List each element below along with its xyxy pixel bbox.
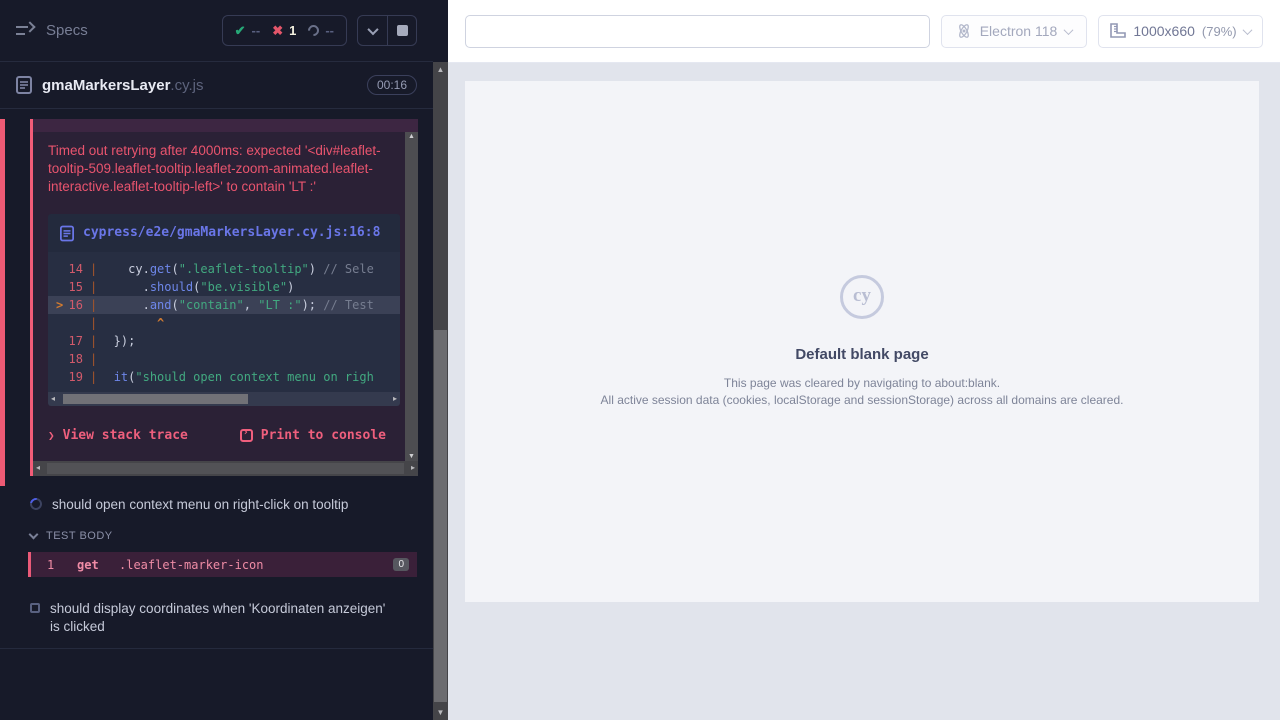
spinner-icon <box>28 496 45 513</box>
chevron-right-icon: ❯ <box>48 429 55 442</box>
command-log-row[interactable]: 1 get .leaflet-marker-icon 0 <box>28 552 417 577</box>
code-frame-horizontal-scrollbar[interactable]: ◂ ▸ <box>48 392 400 406</box>
chevron-down-icon <box>367 23 378 34</box>
scroll-right-arrow-icon[interactable]: ▸ <box>393 392 397 406</box>
code-frame-file-link[interactable]: cypress/e2e/gmaMarkersLayer.cy.js:16:8 <box>48 214 400 252</box>
aut-content-area: cy Default blank page This page was clea… <box>448 63 1280 720</box>
scrollbar-thumb[interactable] <box>63 394 248 404</box>
test-body-section-toggle[interactable]: TEST BODY <box>0 523 433 549</box>
code-line: 17| }); <box>48 332 400 350</box>
error-message[interactable]: Timed out retrying after 4000ms: expecte… <box>33 132 418 206</box>
ruler-icon <box>1110 23 1126 39</box>
code-line: >16| .and("contain", "LT :"); // Test <box>48 296 400 314</box>
console-icon <box>240 429 253 442</box>
pending-circle-icon <box>306 23 322 39</box>
test-body-label: TEST BODY <box>46 530 113 542</box>
specs-list-toggle[interactable]: Specs <box>16 22 88 39</box>
view-stack-trace-label: View stack trace <box>63 428 188 443</box>
reporter-vertical-scrollbar[interactable]: ▲ ▼ <box>433 62 448 720</box>
stat-failed: ✖ 1 <box>272 23 296 39</box>
file-icon <box>60 225 74 242</box>
electron-icon <box>956 23 972 39</box>
command-message: .leaflet-marker-icon <box>119 558 393 572</box>
failed-test-indicator-bar <box>0 119 5 486</box>
code-line: | ^ <box>48 314 400 332</box>
scrollbar-thumb[interactable] <box>47 463 404 474</box>
pending-count: -- <box>325 23 334 38</box>
failed-count: 1 <box>289 23 296 38</box>
stat-passed: ✔ -- <box>235 23 261 39</box>
cypress-logo: cy <box>840 275 884 319</box>
code-line: 18| <box>48 350 400 368</box>
failed-test-block: Timed out retrying after 4000ms: expecte… <box>0 119 433 486</box>
chevron-down-icon <box>1064 25 1074 35</box>
test-title: should display coordinates when 'Koordin… <box>50 600 390 636</box>
browser-selector[interactable]: Electron 118 <box>941 15 1087 48</box>
blank-page-line2: All active session data (cookies, localS… <box>601 392 1124 409</box>
error-panel-top-strip <box>33 119 418 132</box>
command-number: 1 <box>47 558 77 572</box>
spec-extension: .cy.js <box>170 77 203 94</box>
code-line: 15| .should("be.visible") <box>48 278 400 296</box>
queued-square-icon <box>30 603 40 613</box>
url-input[interactable] <box>465 15 930 48</box>
runner-controls <box>357 15 417 46</box>
reporter-scrollbar-column: ▲ ▼ <box>433 0 448 720</box>
stat-pending: -- <box>308 23 334 38</box>
error-panel-vertical-scrollbar[interactable]: ▲ ▼ <box>405 132 418 461</box>
print-to-console-button[interactable]: Print to console <box>240 428 386 443</box>
blank-page-line1: This page was cleared by navigating to a… <box>724 375 1000 392</box>
blank-page-title: Default blank page <box>795 346 928 363</box>
reporter-panel: Specs ✔ -- ✖ 1 -- <box>0 0 433 720</box>
aut-panel: Electron 118 1000x660 (79%) cy <box>448 0 1280 720</box>
spec-file-icon <box>16 76 32 94</box>
print-to-console-label: Print to console <box>261 428 386 443</box>
scroll-left-arrow-icon[interactable]: ◂ <box>36 461 40 475</box>
command-count-badge: 0 <box>393 558 409 571</box>
aut-toolbar: Electron 118 1000x660 (79%) <box>448 0 1280 63</box>
x-icon: ✖ <box>272 23 283 39</box>
passed-count: -- <box>252 23 261 38</box>
code-frame: cypress/e2e/gmaMarkersLayer.cy.js:16:8 1… <box>48 214 400 406</box>
specs-menu-icon <box>16 24 34 38</box>
command-method: get <box>77 558 119 572</box>
test-title: should open context menu on right-click … <box>52 496 348 514</box>
spec-duration-badge: 00:16 <box>367 75 417 95</box>
cypress-runner: Specs ✔ -- ✖ 1 -- <box>0 0 1280 720</box>
viewport-selector[interactable]: 1000x660 (79%) <box>1098 15 1263 48</box>
test-stats[interactable]: ✔ -- ✖ 1 -- <box>222 15 347 46</box>
code-frame-filename: cypress/e2e/gmaMarkersLayer.cy.js:16:8 <box>83 223 380 243</box>
specs-label: Specs <box>46 22 88 39</box>
browser-label: Electron 118 <box>980 23 1058 39</box>
scroll-down-arrow-icon[interactable]: ▼ <box>433 708 448 717</box>
check-icon: ✔ <box>235 23 246 39</box>
scroll-right-arrow-icon[interactable]: ▸ <box>411 461 415 475</box>
viewport-dimensions: 1000x660 <box>1133 23 1195 39</box>
scroll-left-arrow-icon[interactable]: ◂ <box>51 392 55 406</box>
scrollbar-thumb[interactable] <box>434 330 447 702</box>
test-item-running[interactable]: should open context menu on right-click … <box>0 486 433 523</box>
reporter-header: Specs ✔ -- ✖ 1 -- <box>0 0 433 62</box>
error-footer: ❯ View stack trace Print to console <box>33 414 418 461</box>
test-item-queued[interactable]: should display coordinates when 'Koordin… <box>0 590 433 649</box>
collapse-all-button[interactable] <box>358 16 387 45</box>
stop-tests-button[interactable] <box>387 16 416 45</box>
spec-name: gmaMarkersLayer.cy.js <box>42 77 203 94</box>
error-panel-horizontal-scrollbar[interactable]: ◂ ▸ <box>33 461 418 476</box>
scroll-up-arrow-icon[interactable]: ▲ <box>433 65 448 74</box>
scroll-down-arrow-icon[interactable]: ▼ <box>405 453 418 460</box>
code-line: 14| cy.get(".leaflet-tooltip") // Sele <box>48 260 400 278</box>
chevron-down-icon <box>1242 25 1252 35</box>
spec-header[interactable]: gmaMarkersLayer.cy.js 00:16 <box>0 62 433 109</box>
error-panel: Timed out retrying after 4000ms: expecte… <box>30 119 418 476</box>
code-line: 19| it("should open context menu on righ <box>48 368 400 386</box>
aut-iframe: cy Default blank page This page was clea… <box>465 81 1259 602</box>
scroll-up-arrow-icon[interactable]: ▲ <box>405 133 418 140</box>
stop-icon <box>397 25 408 36</box>
chevron-down-icon <box>29 530 39 540</box>
cypress-logo-text: cy <box>853 285 871 307</box>
viewport-zoom: (79%) <box>1202 24 1237 39</box>
view-stack-trace-button[interactable]: ❯ View stack trace <box>48 428 188 443</box>
code-frame-body: 14| cy.get(".leaflet-tooltip") // Sele15… <box>48 252 400 392</box>
